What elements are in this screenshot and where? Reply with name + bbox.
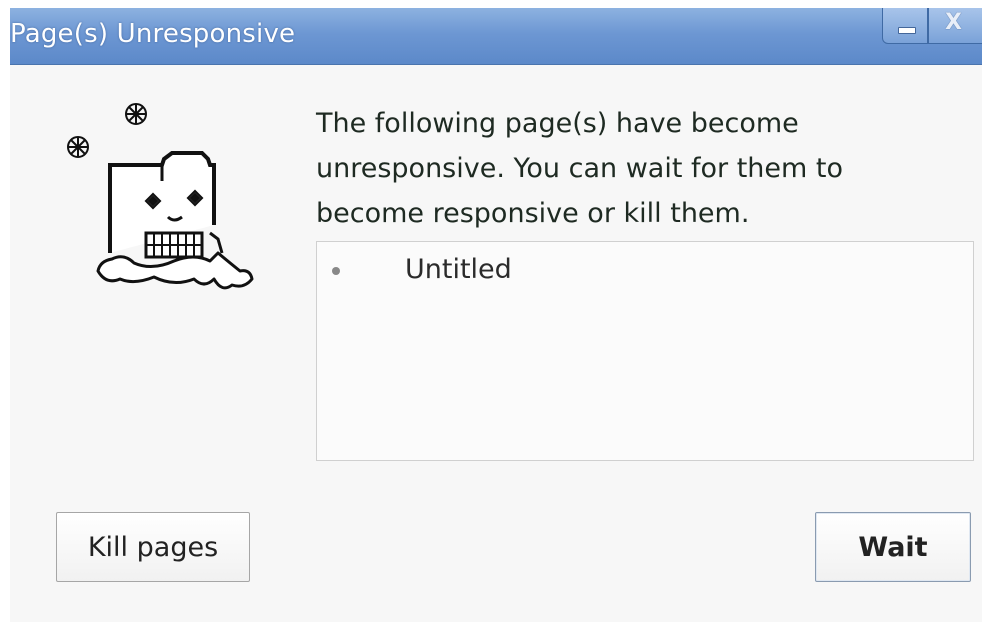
minimize-icon bbox=[898, 27, 916, 34]
page-title: Untitled bbox=[405, 254, 512, 285]
wait-button[interactable]: Wait bbox=[815, 512, 971, 582]
bullet-icon bbox=[332, 267, 340, 275]
window-title: Page(s) Unresponsive bbox=[10, 19, 296, 49]
snowflake-icon bbox=[67, 136, 89, 158]
minimize-button[interactable] bbox=[882, 8, 928, 44]
unresponsive-message: The following page(s) have become unresp… bbox=[316, 108, 844, 229]
kill-pages-button[interactable]: Kill pages bbox=[56, 512, 250, 582]
snowflake-icon bbox=[125, 103, 147, 125]
close-icon: X bbox=[945, 10, 962, 35]
dialog-content: The following page(s) have become unresp… bbox=[10, 65, 982, 622]
title-bar[interactable]: Page(s) Unresponsive X bbox=[10, 8, 982, 65]
unresponsive-page-list[interactable]: Untitled bbox=[316, 241, 974, 461]
frozen-tab-icon bbox=[67, 103, 254, 290]
unresponsive-dialog: Page(s) Unresponsive X The following pag… bbox=[10, 8, 982, 622]
list-item[interactable]: Untitled bbox=[317, 254, 973, 288]
close-button[interactable]: X bbox=[928, 8, 982, 44]
